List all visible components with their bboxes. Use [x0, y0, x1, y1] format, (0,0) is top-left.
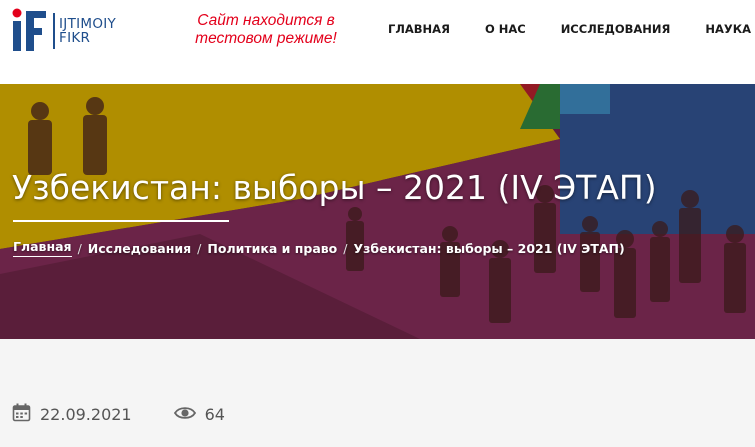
nav-item-home[interactable]: ГЛАВНАЯ	[388, 21, 450, 37]
nav-item-about[interactable]: О НАС	[485, 21, 526, 37]
breadcrumb-current: Узбекистан: выборы – 2021 (IV ЭТАП)	[353, 240, 625, 256]
hero-background-image	[0, 84, 755, 339]
title-underline	[13, 220, 229, 222]
logo-divider	[53, 13, 55, 49]
breadcrumb-home-link[interactable]: Главная	[13, 239, 72, 257]
test-mode-notice: Сайт находится в тестовом режиме!	[195, 12, 337, 47]
logo-line-2: FIKR	[59, 30, 91, 46]
breadcrumb-separator: /	[77, 240, 82, 256]
breadcrumb: Главная / Исследования / Политика и прав…	[13, 239, 625, 257]
eye-icon	[173, 405, 196, 425]
breadcrumb-separator: /	[197, 240, 202, 256]
post-meta: 22.09.2021 64	[12, 403, 225, 426]
site-header: IJTIMOIY FIKR Сайт находится в тестовом …	[0, 0, 755, 84]
breadcrumb-category-link[interactable]: Политика и право	[207, 241, 337, 256]
nav-item-research[interactable]: ИССЛЕДОВАНИЯ	[561, 21, 671, 37]
calendar-icon	[12, 403, 31, 426]
breadcrumb-research-link[interactable]: Исследования	[88, 241, 191, 256]
page-title: Узбекистан: выборы – 2021 (IV ЭТАП)	[12, 168, 657, 207]
site-logo[interactable]: IJTIMOIY FIKR	[11, 7, 131, 55]
logo-text: IJTIMOIY FIKR	[59, 17, 116, 45]
nav-item-science[interactable]: НАУКА И С	[705, 21, 755, 37]
breadcrumb-separator: /	[343, 240, 348, 256]
logo-line-1: IJTIMOIY	[59, 16, 117, 32]
view-count: 64	[204, 405, 225, 424]
main-nav: ГЛАВНАЯ О НАС ИССЛЕДОВАНИЯ НАУКА И С	[388, 21, 755, 37]
hero-banner: Узбекистан: выборы – 2021 (IV ЭТАП) Глав…	[0, 84, 755, 339]
logo-mark-icon	[12, 8, 46, 51]
post-date: 22.09.2021	[40, 405, 132, 424]
